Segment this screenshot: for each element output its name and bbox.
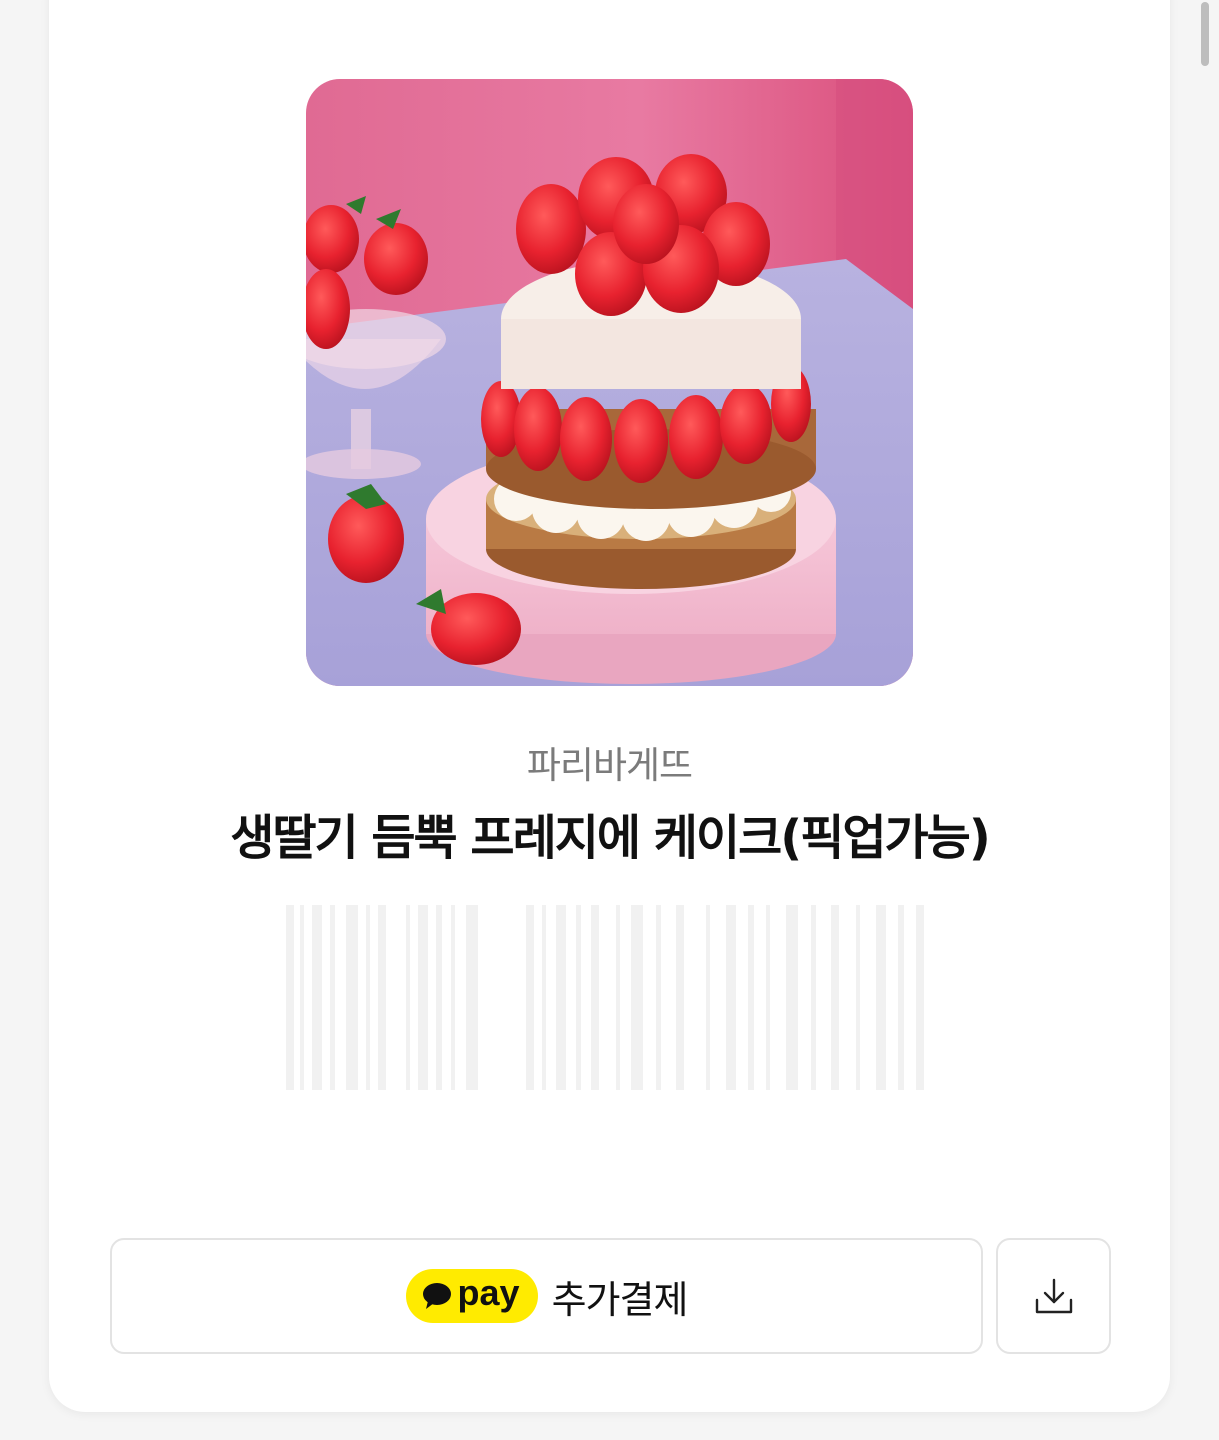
pay-label: 추가결제 xyxy=(551,1277,689,1322)
kakaopay-additional-payment-button[interactable]: pay 추가결제 xyxy=(110,1238,983,1354)
scrollbar[interactable] xyxy=(1201,2,1209,66)
brand-name: 파리바게뜨 xyxy=(526,744,693,787)
strawberry-cake-photo xyxy=(306,79,913,686)
pay-badge-text: pay xyxy=(457,1272,520,1313)
barcode xyxy=(286,905,934,1090)
speech-bubble-icon xyxy=(422,1283,451,1309)
barcode-icon xyxy=(286,905,924,1090)
product-image xyxy=(306,79,913,686)
download-button[interactable] xyxy=(996,1238,1111,1354)
download-icon xyxy=(1035,1278,1072,1314)
product-title: 생딸기 듬뿍 프레지에 케이크(픽업가능) xyxy=(230,810,991,866)
kakaopay-badge: pay xyxy=(405,1269,538,1323)
